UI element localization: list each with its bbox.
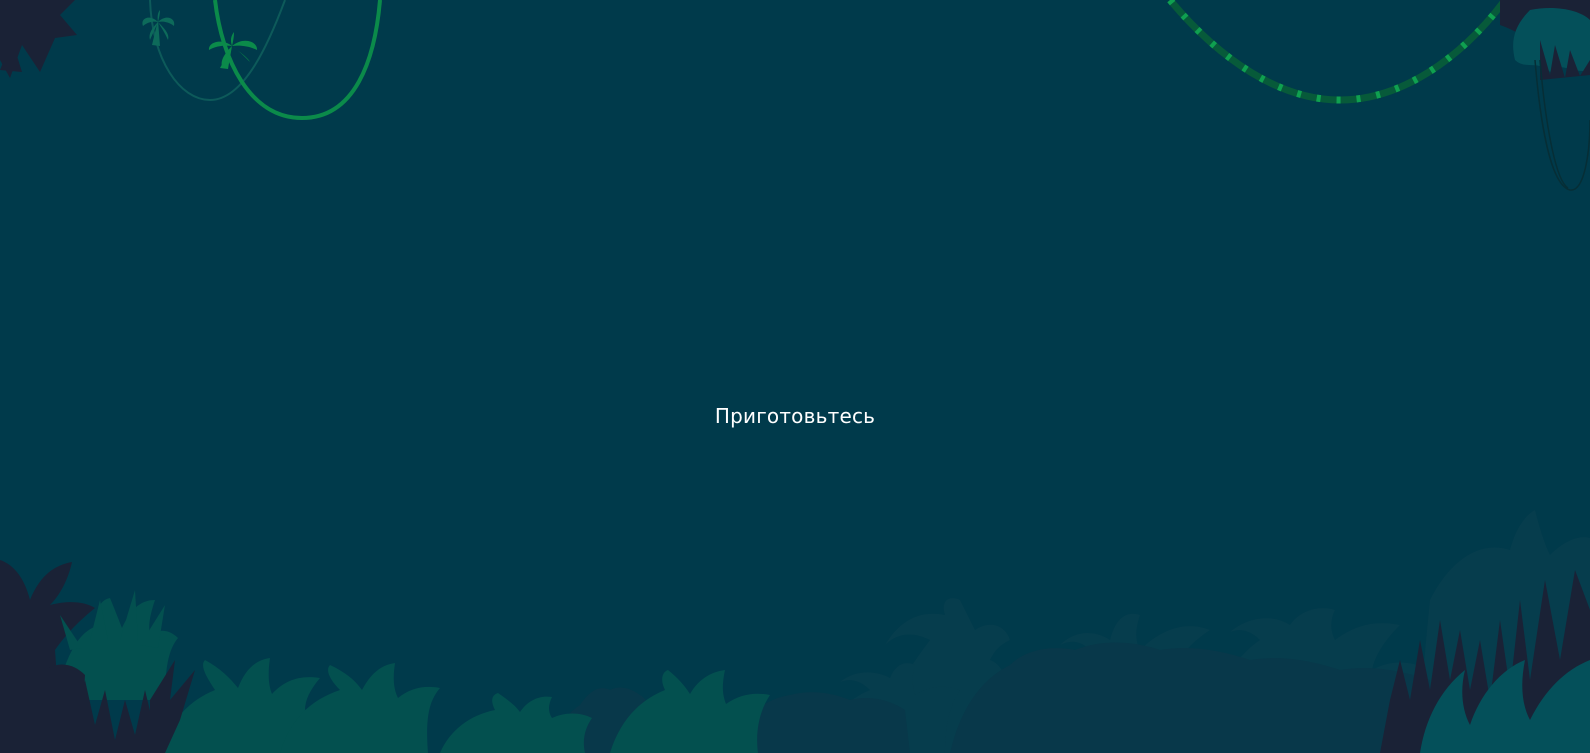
top-left-leaves bbox=[0, 0, 77, 78]
palm-tree-icon bbox=[142, 10, 175, 46]
vine-striped-right bbox=[1167, 0, 1508, 104]
vine-green-left bbox=[213, 0, 382, 121]
top-right-leaves bbox=[1500, 0, 1590, 80]
game-stage: Приготовьтесь bbox=[0, 0, 1590, 753]
status-message: Приготовьтесь bbox=[714, 404, 876, 428]
jungle-background bbox=[0, 0, 1590, 753]
